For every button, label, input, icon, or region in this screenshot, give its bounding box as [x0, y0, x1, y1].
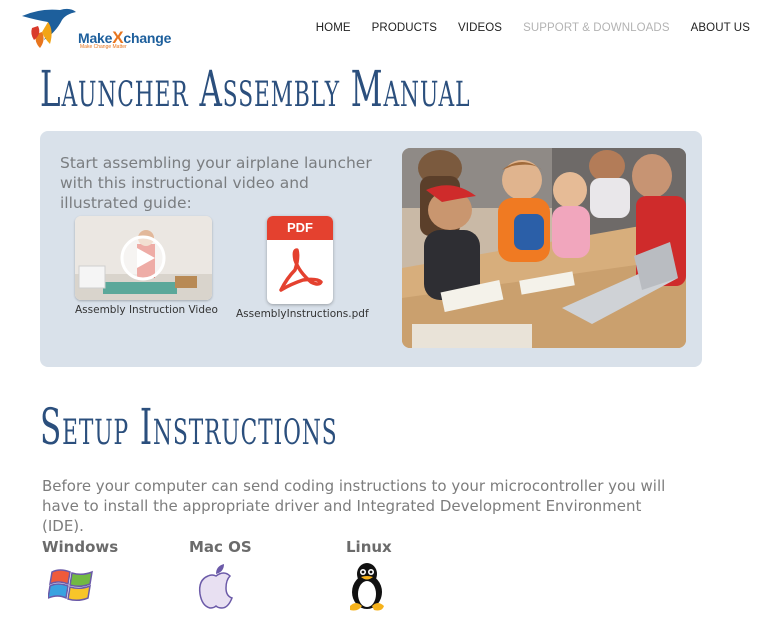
logo-tagline: Make Change Matter	[80, 44, 127, 50]
video-card[interactable]: Assembly Instruction Video	[75, 216, 218, 316]
bird-icon	[22, 8, 76, 48]
setup-title: Setup Instructions	[40, 398, 338, 456]
pdf-caption[interactable]: AssemblyInstructions.pdf	[236, 308, 369, 320]
acrobat-icon	[279, 248, 323, 292]
apple-icon[interactable]	[196, 562, 236, 610]
os-windows-label[interactable]: Windows	[42, 538, 118, 556]
nav-support-downloads[interactable]: SUPPORT & DOWNLOADS	[523, 22, 670, 34]
pdf-thumbnail[interactable]: PDF	[267, 216, 333, 304]
manual-intro: Start assembling your airplane launcher …	[60, 154, 372, 212]
os-linux-label[interactable]: Linux	[346, 538, 392, 556]
classroom-photo	[402, 148, 686, 348]
main-nav: HOME PRODUCTS VIDEOS SUPPORT & DOWNLOADS…	[295, 22, 750, 34]
tux-icon[interactable]	[346, 562, 388, 612]
nav-home[interactable]: HOME	[316, 22, 351, 34]
nav-products[interactable]: PRODUCTS	[372, 22, 437, 34]
play-icon[interactable]	[75, 216, 212, 300]
setup-description: Before your computer can send coding ins…	[42, 477, 666, 535]
video-caption[interactable]: Assembly Instruction Video	[75, 304, 218, 316]
os-macos-label[interactable]: Mac OS	[189, 538, 252, 556]
manual-panel: Start assembling your airplane launcher …	[40, 131, 702, 367]
manual-title: Launcher Assembly Manual	[40, 60, 471, 118]
makexchange-logo[interactable]: MakeXchange Make Change Matter	[20, 4, 180, 50]
video-thumbnail[interactable]	[75, 216, 212, 300]
pdf-label: PDF	[267, 216, 333, 240]
nav-videos[interactable]: VIDEOS	[458, 22, 502, 34]
windows-icon[interactable]	[48, 564, 96, 608]
nav-about-us[interactable]: ABOUT US	[691, 22, 750, 34]
pdf-card[interactable]: PDF AssemblyInstructions.pdf	[236, 216, 369, 320]
